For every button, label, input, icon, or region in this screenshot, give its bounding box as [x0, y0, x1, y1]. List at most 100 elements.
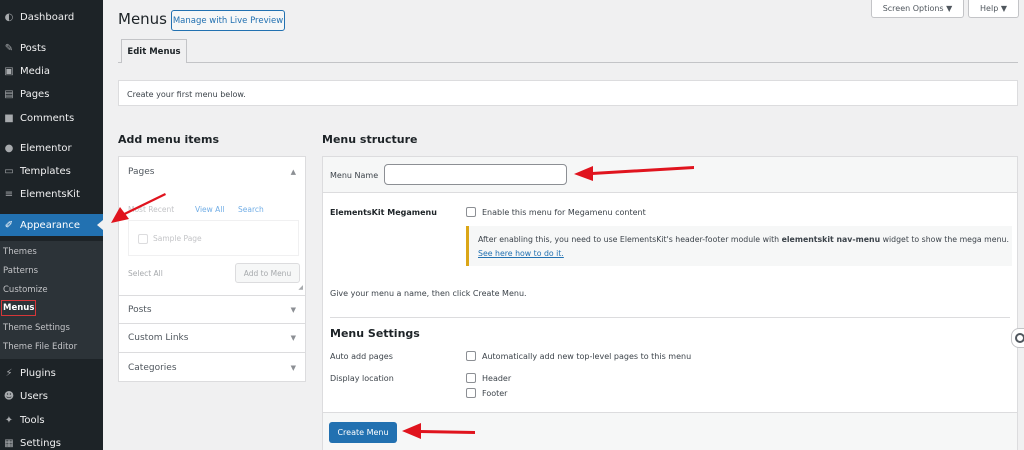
- brush-icon: ✐: [4, 219, 14, 231]
- submenu-item-theme-file-editor[interactable]: Theme File Editor: [3, 342, 77, 352]
- panel-footer: Create Menu: [323, 412, 1017, 450]
- select-all-label[interactable]: Select All: [128, 269, 163, 278]
- accordion-posts[interactable]: Posts ▼: [119, 295, 305, 324]
- accordion-pages-label: Pages: [128, 166, 155, 177]
- submenu-item-patterns[interactable]: Patterns: [3, 266, 38, 276]
- submenu-item-themes[interactable]: Themes: [3, 247, 37, 257]
- sidebar-item-label: Users: [20, 390, 49, 402]
- megamenu-info-notice: After enabling this, you need to use Ele…: [466, 226, 1012, 266]
- screen-options-button[interactable]: Screen Options ▼: [871, 0, 964, 18]
- footer-location-checkbox[interactable]: [466, 388, 476, 398]
- appearance-submenu: Themes Patterns Customize Menus Theme Se…: [0, 241, 103, 359]
- folder-icon: ▭: [4, 165, 14, 177]
- tab-edit-menus[interactable]: Edit Menus: [121, 39, 187, 63]
- sidebar-item-pages[interactable]: ▤ Pages: [0, 83, 103, 105]
- wrench-icon: ✦: [4, 414, 14, 426]
- sidebar-item-label: Pages: [20, 88, 50, 100]
- live-preview-button[interactable]: Manage with Live Preview: [171, 10, 285, 31]
- sample-page-label: Sample Page: [153, 234, 202, 243]
- sidebar-item-appearance[interactable]: ✐ Appearance: [0, 214, 103, 236]
- pages-icon: ▤: [4, 88, 14, 100]
- tab-search[interactable]: Search: [238, 205, 264, 214]
- footer-location-label: Footer: [482, 389, 508, 398]
- floating-help-tab[interactable]: [1011, 328, 1024, 348]
- create-menu-button[interactable]: Create Menu: [329, 422, 397, 443]
- sidebar-item-label: Appearance: [20, 219, 81, 231]
- add-menu-items-heading: Add menu items: [118, 133, 220, 146]
- accordion-pages[interactable]: Pages ▲: [119, 157, 305, 186]
- info-text-post: widget to show the mega menu.: [880, 235, 1009, 244]
- pin-icon: ✎: [4, 42, 14, 54]
- divider: [330, 317, 1010, 318]
- plugin-icon: ⚡: [5, 367, 13, 379]
- menu-name-label: Menu Name: [330, 171, 379, 180]
- menu-settings-heading: Menu Settings: [330, 327, 420, 340]
- menu-name-bar: Menu Name: [323, 157, 1017, 193]
- sidebar-item-plugins[interactable]: ⚡ Plugins: [0, 362, 103, 384]
- info-text-pre: After enabling this, you need to use Ele…: [478, 235, 782, 244]
- display-location-label: Display location: [330, 374, 394, 383]
- sidebar-item-label: Media: [20, 65, 51, 77]
- accordion-custom-links[interactable]: Custom Links ▼: [119, 324, 305, 353]
- main-content: Menus Manage with Live Preview Screen Op…: [103, 0, 1024, 450]
- sidebar-item-dashboard[interactable]: ◐ Dashboard: [0, 6, 103, 28]
- resize-handle-icon[interactable]: ◢: [298, 284, 303, 291]
- info-text: After enabling this, you need to use Ele…: [478, 235, 1009, 244]
- megamenu-checkbox[interactable]: [466, 207, 476, 217]
- page-title: Menus: [118, 10, 167, 28]
- tab-most-recent[interactable]: Most Recent: [128, 205, 174, 214]
- notice-box: Create your first menu below.: [118, 80, 1018, 106]
- accordion-categories[interactable]: Categories ▼: [119, 353, 305, 382]
- help-button[interactable]: Help ▼: [968, 0, 1019, 18]
- menu-structure-heading: Menu structure: [322, 133, 418, 146]
- media-icon: ▣: [4, 65, 14, 77]
- sidebar-item-elementskit[interactable]: ≡ ElementsKit: [0, 183, 103, 205]
- auto-add-option: Automatically add new top-level pages to…: [482, 352, 692, 361]
- settings-icon: ▦: [4, 437, 14, 449]
- sidebar-item-label: ElementsKit: [20, 188, 80, 200]
- admin-sidebar: ◐ Dashboard ✎ Posts ▣ Media ▤ Pages ■ Comment…: [0, 0, 103, 450]
- sidebar-item-label: Posts: [20, 42, 47, 54]
- sample-page-checkbox[interactable]: [138, 234, 148, 244]
- accordion-posts-label: Posts: [128, 304, 152, 315]
- tab-divider: [118, 62, 1018, 63]
- accordion-categories-label: Categories: [128, 362, 177, 373]
- elementskit-icon: ≡: [4, 188, 14, 200]
- auto-add-checkbox[interactable]: [466, 351, 476, 361]
- info-link[interactable]: See here how to do it.: [478, 249, 564, 258]
- expand-icon: ▼: [290, 334, 296, 342]
- accordion-custom-links-label: Custom Links: [128, 333, 189, 343]
- pages-list: Sample Page: [128, 220, 299, 256]
- menu-hint: Give your menu a name, then click Create…: [330, 289, 527, 298]
- expand-icon: ▼: [290, 305, 296, 314]
- sidebar-item-elementor[interactable]: ● Elementor: [0, 137, 103, 159]
- sidebar-item-label: Templates: [20, 165, 71, 177]
- info-text-bold: elementskit nav-menu: [781, 235, 881, 244]
- sidebar-item-templates[interactable]: ▭ Templates: [0, 160, 103, 182]
- add-to-menu-button[interactable]: Add to Menu: [235, 263, 300, 283]
- submenu-item-theme-settings[interactable]: Theme Settings: [3, 323, 70, 333]
- submenu-item-customize[interactable]: Customize: [3, 285, 48, 295]
- submenu-item-menus[interactable]: Menus: [1, 300, 37, 316]
- sidebar-item-label: Comments: [20, 112, 75, 124]
- sidebar-item-comments[interactable]: ■ Comments: [0, 107, 103, 129]
- sidebar-item-posts[interactable]: ✎ Posts: [0, 37, 103, 59]
- megamenu-option: Enable this menu for Megamenu content: [482, 208, 646, 217]
- sidebar-item-label: Dashboard: [20, 11, 75, 23]
- sidebar-item-label: Plugins: [20, 367, 56, 379]
- comments-icon: ■: [4, 112, 14, 124]
- megamenu-label: ElementsKit Megamenu: [330, 208, 437, 217]
- header-location-checkbox[interactable]: [466, 373, 476, 383]
- user-icon: ☻: [3, 390, 15, 402]
- menu-name-input[interactable]: [384, 164, 567, 185]
- tab-view-all[interactable]: View All: [195, 205, 224, 214]
- collapse-icon: ▲: [290, 167, 296, 176]
- sidebar-item-media[interactable]: ▣ Media: [0, 60, 103, 82]
- header-location-label: Header: [482, 374, 512, 383]
- expand-icon: ▼: [290, 363, 296, 372]
- help-circle-icon: [1015, 333, 1024, 343]
- sidebar-item-settings[interactable]: ▦ Settings: [0, 432, 103, 450]
- sidebar-item-users[interactable]: ☻ Users: [0, 385, 103, 407]
- sidebar-item-tools[interactable]: ✦ Tools: [0, 409, 103, 431]
- menu-structure-panel: Menu Name ElementsKit Megamenu Enable th…: [322, 156, 1018, 450]
